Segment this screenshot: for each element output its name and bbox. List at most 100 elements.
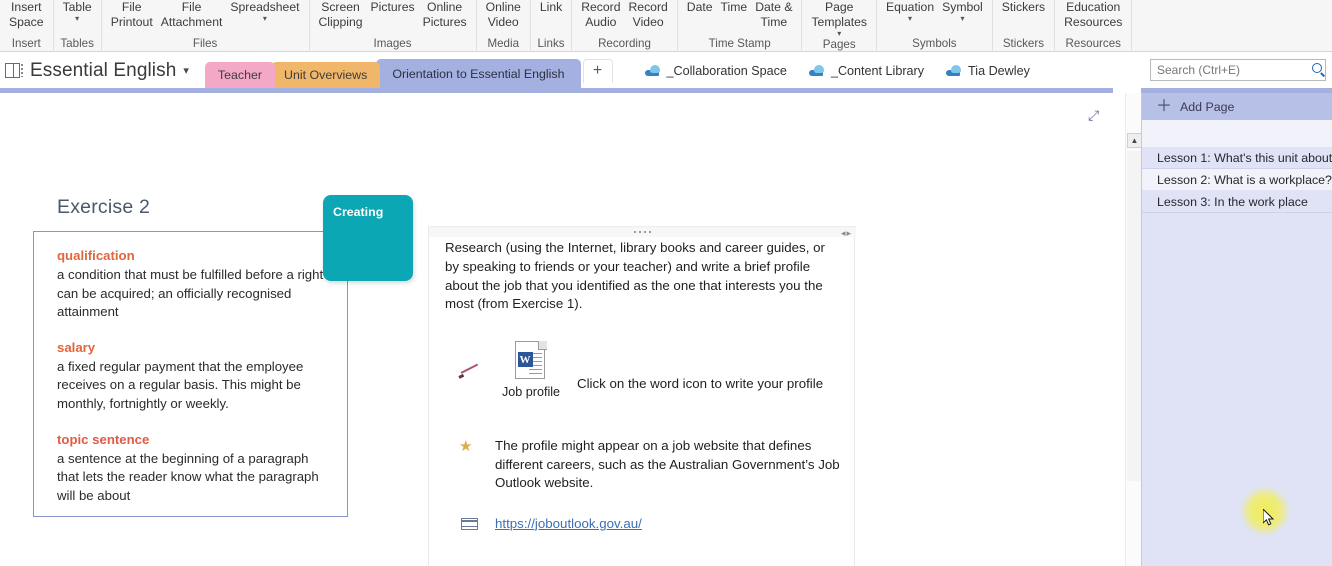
ribbon-group-items: Table ▾	[60, 0, 95, 37]
chevron-down-icon[interactable]: ▾	[75, 15, 79, 23]
ribbon-group-images: Screen Clipping Pictures Online Pictures Im…	[310, 0, 477, 52]
notebook-link-label: _Collaboration Space	[666, 63, 787, 78]
search-box[interactable]	[1150, 59, 1326, 81]
ribbon-group-items: Stickers	[999, 0, 1048, 37]
ribbon-group-resources: Education Resources Resources	[1055, 0, 1133, 52]
ribbon-group-tables: Table ▾ Tables	[54, 0, 102, 52]
ribbon-button-date-time[interactable]: Date & Time	[752, 0, 795, 30]
attachment-label: Job profile	[501, 385, 561, 400]
search-icon[interactable]	[1312, 63, 1326, 77]
ribbon-button-insert-space[interactable]: Insert Space	[6, 0, 47, 30]
ribbon-button-online-video[interactable]: Online Video	[483, 0, 524, 30]
resize-arrows-icon[interactable]: ◂▸	[841, 229, 852, 238]
page-title[interactable]: Exercise 2	[57, 196, 150, 219]
ribbon-group-label: Insert	[11, 37, 41, 50]
exercise-paragraph[interactable]: Research (using the Internet, library bo…	[445, 239, 840, 314]
ribbon-group-links: Link Links	[531, 0, 573, 52]
notebook-title[interactable]: Essential English	[30, 60, 176, 82]
page-list-item-label: Lesson 2: What is a workplace?	[1157, 172, 1332, 187]
ribbon-group-insert: Insert Space Insert	[0, 0, 54, 52]
notebook-icon	[5, 63, 23, 78]
ribbon-group-label: Links	[537, 37, 565, 50]
ribbon-button-equation[interactable]: Equation ▾	[883, 0, 937, 23]
page-canvas[interactable]: Exercise 2 qualification a condition that…	[0, 93, 1113, 566]
ribbon-group-symbols: Equation ▾ Symbol ▾ Symbols	[877, 0, 993, 52]
ribbon-button-label: Time	[720, 0, 748, 14]
vocabulary-definition: a fixed regular payment that the employe…	[57, 358, 304, 411]
ribbon-button-label: Table	[62, 0, 92, 14]
ribbon-button-label: Page Templates	[811, 0, 867, 29]
ribbon-button-file-attachment[interactable]: File Attachment	[158, 0, 226, 30]
star-icon: ★	[459, 438, 473, 456]
notebook-link-tia-dewley[interactable]: Tia Dewley	[946, 64, 1030, 78]
ribbon-button-label: Screen Clipping	[318, 0, 363, 29]
page-list-spacer	[1142, 120, 1332, 147]
sticky-note-creating[interactable]: Creating	[323, 195, 413, 281]
ribbon-button-symbol[interactable]: Symbol ▾	[939, 0, 986, 23]
ribbon-button-table[interactable]: Table ▾	[60, 0, 95, 23]
ribbon-group-items: Education Resources	[1061, 0, 1125, 37]
chevron-down-icon[interactable]: ▾	[908, 15, 912, 23]
page-list-item-label: Lesson 1: What's this unit about?	[1157, 150, 1332, 165]
ribbon-group-items: Equation ▾ Symbol ▾	[883, 0, 986, 37]
notebook-links: _Collaboration Space _Content Library Tia …	[644, 63, 1030, 78]
vocabulary-box[interactable]: qualification a condition that must be fu…	[33, 231, 348, 517]
ribbon-group-label: Images	[373, 37, 412, 50]
ribbon-button-record-video[interactable]: Record Video	[626, 0, 671, 30]
star-note-text[interactable]: The profile might appear on a job websit…	[495, 437, 840, 493]
content-note-container[interactable]: ◂▸ Research (using the Internet, library…	[428, 226, 856, 566]
ribbon-button-label: Date & Time	[755, 0, 793, 29]
page-scrollbar[interactable]: ▲	[1125, 93, 1142, 566]
ribbon-button-label: Pictures	[370, 0, 415, 14]
ribbon-button-label: Symbol	[942, 0, 983, 14]
section-tabs: Teacher Unit Overviews Orientation to Esse…	[204, 53, 581, 88]
scroll-up-button[interactable]: ▲	[1127, 133, 1142, 148]
vocabulary-term: salary	[57, 339, 96, 355]
ribbon-button-label: Date	[686, 0, 713, 14]
ribbon-button-pictures[interactable]: Pictures	[368, 0, 418, 15]
page-list-item[interactable]: Lesson 2: What is a workplace?	[1142, 169, 1332, 191]
ribbon-button-date[interactable]: Date	[684, 0, 716, 15]
expand-page-icon[interactable]: ⤢	[1088, 108, 1103, 123]
section-tab-orientation-to-essential-english[interactable]: Orientation to Essential English	[376, 59, 581, 88]
scrollbar-thumb[interactable]	[1127, 151, 1142, 481]
ribbon-group-label: Resources	[1065, 37, 1121, 50]
link-row: https://joboutlook.gov.au/	[445, 515, 840, 533]
add-page-button[interactable]: ＋ Add Page	[1142, 93, 1332, 120]
ribbon-button-record-audio[interactable]: Record Audio	[578, 0, 623, 30]
chevron-down-icon[interactable]: ▾	[263, 15, 267, 23]
ribbon-button-page-templates[interactable]: Page Templates ▾	[808, 0, 870, 38]
chevron-down-icon[interactable]: ▾	[960, 15, 964, 23]
word-document-icon[interactable]: W	[515, 341, 547, 380]
ribbon-button-time[interactable]: Time	[718, 0, 751, 15]
ribbon-group-label: Pages	[822, 38, 856, 51]
section-tab-unit-overviews[interactable]: Unit Overviews	[271, 62, 381, 88]
section-tab-teacher[interactable]: Teacher	[204, 62, 276, 88]
plus-icon: ＋	[1156, 97, 1173, 115]
ribbon-button-screen-clipping[interactable]: Screen Clipping	[316, 0, 366, 30]
ribbon-group-stickers: Stickers Stickers	[993, 0, 1056, 52]
embed-icon	[461, 517, 478, 530]
ribbon-button-label: Education Resources	[1064, 0, 1123, 29]
attachment-instruction: Click on the word icon to write your pro…	[577, 376, 824, 392]
ribbon-group-label: Stickers	[1002, 37, 1045, 50]
page-list-item[interactable]: Lesson 1: What's this unit about?	[1142, 147, 1332, 169]
word-attachment[interactable]: W Job profile	[497, 341, 565, 399]
chevron-down-icon[interactable]: ▾	[183, 64, 189, 77]
ribbon-button-spreadsheet[interactable]: Spreadsheet ▾	[227, 0, 302, 23]
notebook-link-collaboration-space[interactable]: _Collaboration Space	[644, 63, 787, 78]
ribbon-group-label: Time Stamp	[708, 37, 771, 50]
ribbon-button-file-printout[interactable]: File Printout	[108, 0, 156, 30]
page-list-item[interactable]: Lesson 3: In the work place	[1142, 191, 1332, 213]
ribbon-button-link[interactable]: Link	[537, 0, 565, 15]
notebook-link-content-library[interactable]: _Content Library	[808, 64, 924, 78]
ribbon-button-stickers[interactable]: Stickers	[999, 0, 1048, 15]
joboutlook-link[interactable]: https://joboutlook.gov.au/	[495, 516, 642, 531]
ribbon-button-education-resources[interactable]: Education Resources	[1061, 0, 1125, 30]
chevron-down-icon[interactable]: ▾	[837, 30, 841, 38]
search-input[interactable]	[1157, 63, 1312, 77]
ribbon-button-online-pictures[interactable]: Online Pictures	[420, 0, 470, 30]
add-section-button[interactable]: +	[582, 58, 613, 83]
ribbon-group-media: Online Video Media	[477, 0, 531, 52]
note-drag-handle[interactable]: ◂▸	[429, 226, 856, 238]
